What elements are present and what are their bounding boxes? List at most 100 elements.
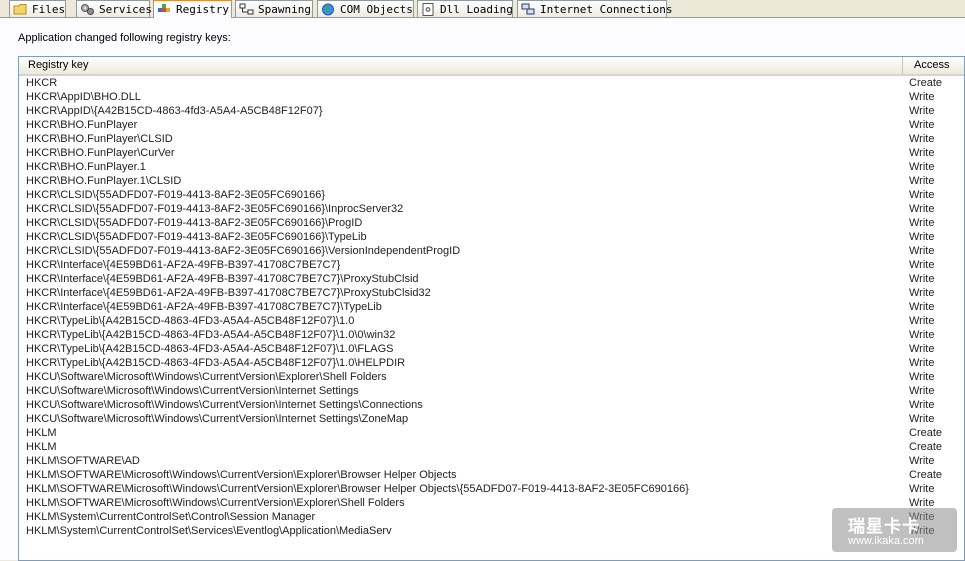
registry-key-cell: HKCR\BHO.FunPlayer.1\CLSID [26,175,182,187]
access-cell: Create [909,427,943,439]
registry-key-cell: HKCR\CLSID\{55ADFD07-F019-4413-8AF2-3E05… [26,189,325,201]
table-row[interactable]: HKLM\SOFTWARE\Microsoft\Windows\CurrentV… [19,482,964,496]
table-row[interactable]: HKCR\CLSID\{55ADFD07-F019-4413-8AF2-3E05… [19,244,964,258]
access-cell: Write [909,343,935,355]
table-row[interactable]: HKCU\Software\Microsoft\Windows\CurrentV… [19,384,964,398]
table-row[interactable]: HKLM\SOFTWARE\Microsoft\Windows\CurrentV… [19,496,964,510]
access-cell: Write [909,413,935,425]
table-row[interactable]: HKCR\CLSID\{55ADFD07-F019-4413-8AF2-3E05… [19,216,964,230]
tab-internet-connections[interactable]: Internet Connections [517,0,672,17]
globe-icon [322,3,334,15]
table-row[interactable]: HKCR\CLSID\{55ADFD07-F019-4413-8AF2-3E05… [19,188,964,202]
tab-files[interactable]: Files [9,0,66,17]
registry-key-cell: HKCR\Interface\{4E59BD61-AF2A-49FB-B397-… [26,273,419,285]
table-row[interactable]: HKCR\BHO.FunPlayer\CLSID Write [19,132,964,146]
access-cell: Create [909,469,943,481]
column-header-access[interactable]: Access [903,57,964,74]
registry-key-cell: HKLM\SOFTWARE\AD [26,455,140,467]
list-header: Registry key Access [19,57,964,76]
tab-dll-loading[interactable]: Dll Loading [417,0,513,17]
table-row[interactable]: HKCR\BHO.FunPlayer.1 Write [19,160,964,174]
access-cell: Write [909,203,935,215]
table-row[interactable]: HKCR\TypeLib\{A42B15CD-4863-4FD3-A5A4-A5… [19,356,964,370]
column-header-registry-key[interactable]: Registry key [19,57,903,74]
table-row[interactable]: HKLM Create [19,426,964,440]
registry-key-cell: HKLM [26,427,57,439]
table-row[interactable]: HKCR\BHO.FunPlayer Write [19,118,964,132]
dll-icon [422,2,434,16]
table-row[interactable]: HKCU\Software\Microsoft\Windows\CurrentV… [19,412,964,426]
table-row[interactable]: HKLM\SOFTWARE\Microsoft\Windows\CurrentV… [19,468,964,482]
table-row[interactable]: HKCR\AppID\{A42B15CD-4863-4fd3-A5A4-A5CB… [19,104,964,118]
panel-caption: Application changed following registry k… [18,32,231,44]
access-cell: Create [909,77,943,89]
tab-spawning[interactable]: Spawning [235,0,313,17]
access-cell: Write [909,105,935,117]
tab-label: Dll Loading [440,2,513,16]
table-row[interactable]: HKCR\Interface\{4E59BD61-AF2A-49FB-B397-… [19,272,964,286]
registry-key-cell: HKCR\CLSID\{55ADFD07-F019-4413-8AF2-3E05… [26,245,461,257]
registry-key-cell: HKCR\BHO.FunPlayer\CLSID [26,133,173,145]
table-row[interactable]: HKLM\System\CurrentControlSet\Services\E… [19,524,964,538]
tab-services[interactable]: Services [76,0,152,17]
registry-panel: Application changed following registry k… [0,17,965,561]
access-cell: Write [909,455,935,467]
access-cell: Write [909,133,935,145]
registry-key-cell: HKCU\Software\Microsoft\Windows\CurrentV… [26,371,387,383]
table-row[interactable]: HKCR\CLSID\{55ADFD07-F019-4413-8AF2-3E05… [19,202,964,216]
access-cell: Write [909,301,935,313]
access-cell: Write [909,259,935,271]
process-tree-icon [239,3,254,14]
table-row[interactable]: HKCR\BHO.FunPlayer\CurVer Write [19,146,964,160]
table-row[interactable]: HKCR\CLSID\{55ADFD07-F019-4413-8AF2-3E05… [19,230,964,244]
table-row[interactable]: HKLM\System\CurrentControlSet\Control\Se… [19,510,964,524]
tab-com-objects[interactable]: COM Objects [317,0,414,17]
registry-key-cell: HKCR\AppID\BHO.DLL [26,91,141,103]
access-cell: Write [909,357,935,369]
table-row[interactable]: HKCR\Interface\{4E59BD61-AF2A-49FB-B397-… [19,286,964,300]
access-cell: Write [909,147,935,159]
table-row[interactable]: HKCR\AppID\BHO.DLL Write [19,90,964,104]
table-row[interactable]: HKCR\TypeLib\{A42B15CD-4863-4FD3-A5A4-A5… [19,328,964,342]
tab-label: COM Objects [340,2,413,16]
registry-key-cell: HKCR\CLSID\{55ADFD07-F019-4413-8AF2-3E05… [26,203,404,215]
tab-label: Registry [176,3,229,16]
table-row[interactable]: HKCU\Software\Microsoft\Windows\CurrentV… [19,398,964,412]
watermark-title: 瑞星卡卡 [848,517,920,537]
registry-key-cell: HKCR\TypeLib\{A42B15CD-4863-4FD3-A5A4-A5… [26,329,396,341]
registry-key-cell: HKLM\System\CurrentControlSet\Control\Se… [26,511,316,523]
access-cell: Write [909,371,935,383]
table-row[interactable]: HKCR\TypeLib\{A42B15CD-4863-4FD3-A5A4-A5… [19,342,964,356]
tab-label: Internet Connections [540,2,673,16]
tab-label: Spawning [258,2,311,16]
table-row[interactable]: HKLM Create [19,440,964,454]
registry-key-cell: HKCU\Software\Microsoft\Windows\CurrentV… [26,399,423,411]
access-cell: Write [909,217,935,229]
tab-label: Files [32,2,66,16]
access-cell: Write [909,273,935,285]
access-cell: Create [909,441,943,453]
table-row[interactable]: HKCR\Interface\{4E59BD61-AF2A-49FB-B397-… [19,300,964,314]
registry-list[interactable]: Registry key Access HKCR Create HKCR\AppID… [18,56,965,561]
list-body: HKCR Create HKCR\AppID\BHO.DLL Write HKCR\Ap… [19,76,964,538]
tab-registry[interactable]: Registry [153,0,232,18]
access-cell: Write [909,161,935,173]
table-row[interactable]: HKCR Create [19,76,964,90]
table-row[interactable]: HKCR\BHO.FunPlayer.1\CLSID Write [19,174,964,188]
table-row[interactable]: HKCR\TypeLib\{A42B15CD-4863-4FD3-A5A4-A5… [19,314,964,328]
registry-key-cell: HKLM\System\CurrentControlSet\Services\E… [26,525,392,537]
table-row[interactable]: HKLM\SOFTWARE\AD Write [19,454,964,468]
registry-key-cell: HKCR\BHO.FunPlayer [26,119,138,131]
registry-key-cell: HKCR\Interface\{4E59BD61-AF2A-49FB-B397-… [26,287,431,299]
registry-key-cell: HKCU\Software\Microsoft\Windows\CurrentV… [26,413,409,425]
gears-icon [81,3,94,15]
access-cell: Write [909,385,935,397]
table-row[interactable]: HKCU\Software\Microsoft\Windows\CurrentV… [19,370,964,384]
registry-key-cell: HKCR\Interface\{4E59BD61-AF2A-49FB-B397-… [26,259,341,271]
watermark-url: www.ikaka.com [848,535,924,547]
access-cell: Write [909,91,935,103]
registry-key-cell: HKLM\SOFTWARE\Microsoft\Windows\CurrentV… [26,483,689,495]
access-cell: Write [909,189,935,201]
table-row[interactable]: HKCR\Interface\{4E59BD61-AF2A-49FB-B397-… [19,258,964,272]
registry-key-cell: HKCR\BHO.FunPlayer\CurVer [26,147,175,159]
